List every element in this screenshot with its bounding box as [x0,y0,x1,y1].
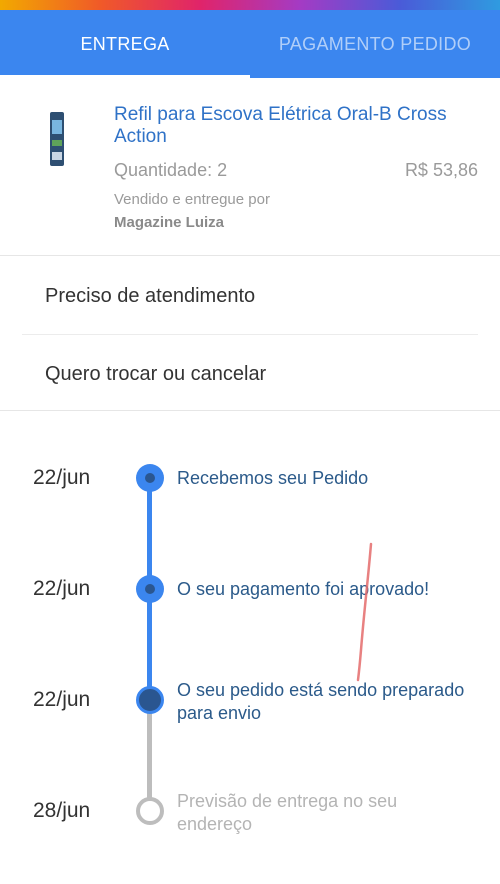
red-annotation-mark [356,542,373,682]
